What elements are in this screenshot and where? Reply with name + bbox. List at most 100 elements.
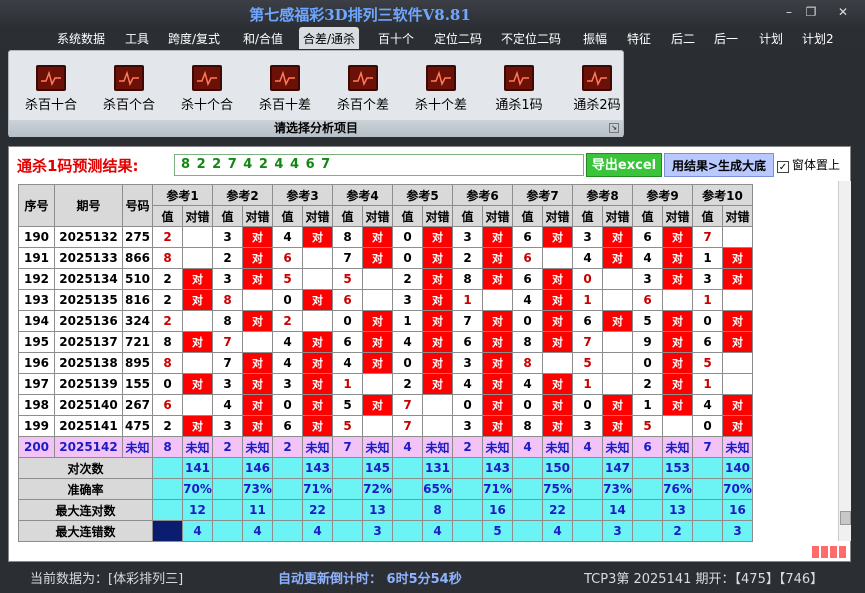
ref-result: 对 <box>542 226 573 248</box>
menu-item-5[interactable]: 合差/通杀 <box>299 27 360 49</box>
stat-label: 最大连对数 <box>18 499 153 521</box>
header-value: 值 <box>632 205 663 227</box>
header-ref-9: 参考9 <box>632 184 693 206</box>
ref-result: 对 <box>482 310 513 332</box>
stat-spacer <box>692 457 723 479</box>
ref-value: 1 <box>572 373 603 395</box>
menu-item-9[interactable]: 振幅 <box>583 30 607 47</box>
header-value: 值 <box>392 205 423 227</box>
ribbon-button-label: 杀百十差 <box>258 98 311 113</box>
ref-value: 4 <box>272 352 303 374</box>
ref-result: 对 <box>722 247 753 269</box>
ref-value: 2 <box>152 268 183 290</box>
menu-item-7[interactable]: 定位二码 <box>434 30 482 47</box>
stat-value: 4 <box>422 520 453 542</box>
header-ref-2: 参考2 <box>212 184 273 206</box>
menu-item-14[interactable]: 计划2 <box>802 30 834 47</box>
menu-item-1[interactable]: 系统数据 <box>57 30 105 47</box>
ref-value: 5 <box>632 415 663 437</box>
stat-value: 16 <box>722 499 753 521</box>
prediction-result-field[interactable]: 8 2 2 7 4 2 4 4 6 7 <box>174 154 584 176</box>
ref-result: 对 <box>362 352 393 374</box>
ref-value: 2 <box>452 247 483 269</box>
header-value: 值 <box>212 205 243 227</box>
ref-result: 对 <box>182 268 213 290</box>
header-result: 对错 <box>542 205 573 227</box>
ref-value: 4 <box>692 394 723 416</box>
row-period: 2025139 <box>54 373 123 395</box>
ribbon-button-4[interactable]: 杀百十差 <box>246 65 324 113</box>
stat-spacer <box>452 499 483 521</box>
ref-result: 对 <box>602 394 633 416</box>
stat-spacer <box>212 520 243 542</box>
menu-item-11[interactable]: 后二 <box>671 30 695 47</box>
pred-value: 4 <box>392 436 423 458</box>
ref-value: 7 <box>212 331 243 353</box>
ref-result: 对 <box>302 415 333 437</box>
header-seq: 序号 <box>18 184 55 227</box>
header-number: 号码 <box>122 184 153 227</box>
ribbon-panel: 杀百十合 杀百个合 杀十个合 杀百十差 杀百个差 杀十个差 通杀1码 通杀2码 请选择分析项目… <box>8 50 624 137</box>
row-seq: 192 <box>18 268 55 290</box>
pred-unknown: 未知 <box>482 436 513 458</box>
ref-value: 7 <box>692 226 723 248</box>
row-period: 2025134 <box>54 268 123 290</box>
ref-result <box>722 226 753 248</box>
scrollbar-thumb[interactable] <box>840 511 851 525</box>
ref-result: 对 <box>722 394 753 416</box>
ref-result: 对 <box>602 226 633 248</box>
menu-item-2[interactable]: 工具 <box>125 30 149 47</box>
stat-spacer <box>572 478 603 500</box>
stat-value: 2 <box>662 520 693 542</box>
stat-spacer <box>572 499 603 521</box>
stat-spacer <box>452 457 483 479</box>
window-on-top-checkbox[interactable]: ✓ 窗体置上 <box>777 156 840 173</box>
row-period: 2025136 <box>54 310 123 332</box>
ribbon-button-3[interactable]: 杀十个合 <box>168 65 246 113</box>
ribbon-button-1[interactable]: 杀百十合 <box>12 65 90 113</box>
menu-item-8[interactable]: 不定位二码 <box>501 30 561 47</box>
menu-item-10[interactable]: 特征 <box>627 30 651 47</box>
minimize-button[interactable]: – <box>778 4 800 20</box>
ribbon-button-8[interactable]: 通杀2码 <box>558 65 636 113</box>
row-number: 324 <box>122 310 153 332</box>
expand-icon[interactable]: ↘ <box>609 123 619 133</box>
header-ref-5: 参考5 <box>392 184 453 206</box>
ribbon-button-7[interactable]: 通杀1码 <box>480 65 558 113</box>
ribbon-button-2[interactable]: 杀百个合 <box>90 65 168 113</box>
ref-value: 5 <box>332 394 363 416</box>
resize-grip[interactable] <box>812 546 848 560</box>
restore-button[interactable]: ❐ <box>800 4 822 20</box>
ref-value: 6 <box>452 331 483 353</box>
stat-value: 70% <box>182 478 213 500</box>
menu-item-4[interactable]: 和/合值 <box>243 30 283 47</box>
generate-base-button[interactable]: 用结果>生成大底 <box>664 153 774 177</box>
ribbon-button-6[interactable]: 杀十个差 <box>402 65 480 113</box>
ref-result: 对 <box>422 226 453 248</box>
ref-result <box>362 415 393 437</box>
export-excel-button[interactable]: 导出excel <box>586 153 662 177</box>
stat-spacer <box>332 499 363 521</box>
ribbon-button-5[interactable]: 杀百个差 <box>324 65 402 113</box>
menu-item-12[interactable]: 后一 <box>714 30 738 47</box>
pred-value: 2 <box>212 436 243 458</box>
ribbon-button-label: 杀百个合 <box>102 98 155 113</box>
row-seq: 200 <box>18 436 55 458</box>
header-result: 对错 <box>722 205 753 227</box>
menu-item-6[interactable]: 百十个 <box>378 30 414 47</box>
menu-item-13[interactable]: 计划 <box>759 30 783 47</box>
ref-result <box>722 289 753 311</box>
stat-spacer <box>152 499 183 521</box>
ref-value: 1 <box>332 373 363 395</box>
ribbon-button-label: 杀百个差 <box>336 98 389 113</box>
menu-item-3[interactable]: 跨度/复式 <box>168 30 220 47</box>
ref-result <box>602 331 633 353</box>
pred-value: 8 <box>152 436 183 458</box>
ref-value: 2 <box>152 226 183 248</box>
row-number: 721 <box>122 331 153 353</box>
pred-value: 2 <box>452 436 483 458</box>
close-button[interactable]: ✕ <box>832 4 854 20</box>
vertical-scrollbar[interactable] <box>838 181 851 541</box>
checkbox-checked-icon[interactable]: ✓ <box>777 161 789 173</box>
ref-value: 1 <box>632 394 663 416</box>
